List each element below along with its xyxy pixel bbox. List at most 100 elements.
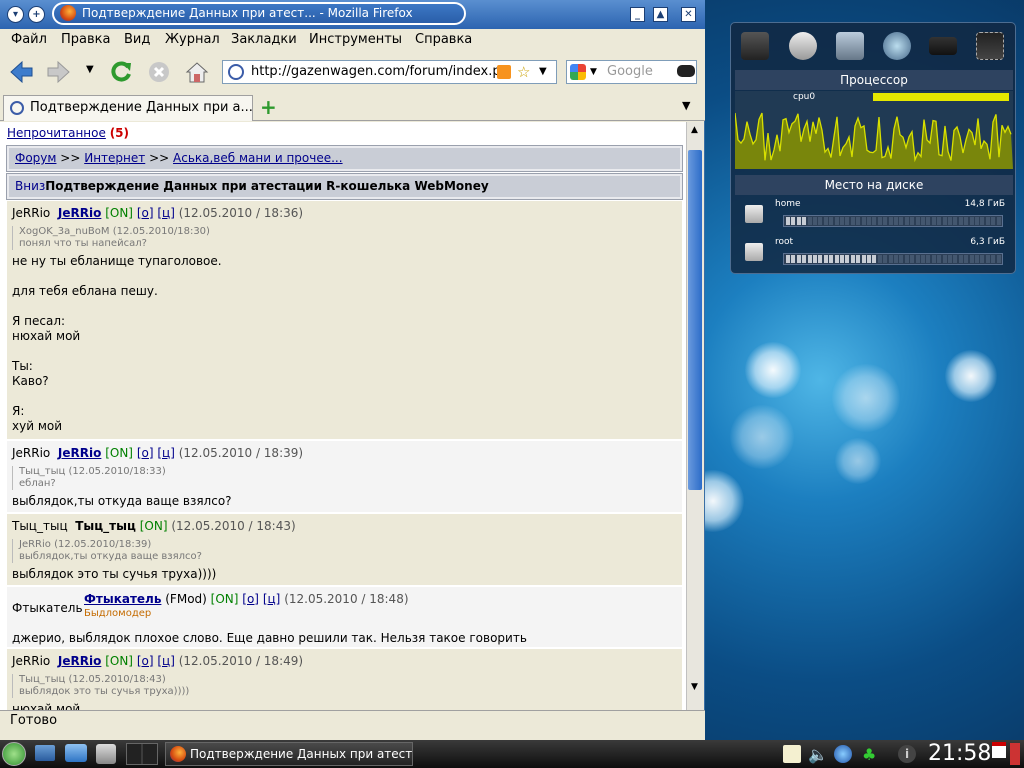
page-content[interactable]: Непрочитанное (5) Форум >> Интернет >> А…: [0, 122, 686, 710]
hdd-icon[interactable]: [741, 32, 769, 60]
post-quote-link[interactable]: [ц]: [157, 206, 175, 220]
firefox-window[interactable]: ▾ + Подтверждение Данных при атест... - …: [0, 0, 705, 740]
history-dropdown-icon[interactable]: ▼: [86, 64, 94, 75]
disk-bar-segment: [969, 255, 974, 263]
tab-active[interactable]: Подтверждение Данных при а...: [3, 95, 253, 121]
unread-link[interactable]: Непрочитанное: [7, 126, 106, 140]
disk-row-home[interactable]: home 14,8 ГиБ: [735, 197, 1013, 231]
post-reply-link[interactable]: [о]: [137, 654, 154, 668]
menu-help[interactable]: Справка: [415, 32, 472, 47]
post-reply-link[interactable]: [о]: [137, 206, 154, 220]
google-icon[interactable]: [570, 64, 586, 80]
disk-icon[interactable]: [789, 32, 817, 60]
tab-list-icon[interactable]: ▼: [682, 99, 690, 112]
binoculars-search-icon[interactable]: [677, 65, 695, 77]
new-tab-icon[interactable]: +: [260, 95, 277, 119]
menu-file[interactable]: Файл: [11, 32, 47, 47]
post-quote-link[interactable]: [ц]: [157, 446, 175, 460]
minimize-button[interactable]: _: [630, 7, 645, 22]
cpu-widget-title: Процессор: [735, 70, 1013, 90]
network-icon[interactable]: [836, 32, 864, 60]
disk-bar-segment: [894, 217, 898, 225]
post-author-link[interactable]: JeRRio: [58, 654, 101, 668]
wallpaper-bubble: [832, 364, 900, 432]
cpu-chip-icon[interactable]: [976, 32, 1004, 60]
desktop-icon[interactable]: [35, 745, 55, 761]
breadcrumb-section-link[interactable]: Аська,веб мани и прочее...: [173, 151, 343, 165]
scrollbar-thumb[interactable]: [688, 150, 702, 490]
vertical-scrollbar[interactable]: ▲ ▼: [686, 122, 703, 710]
info-icon[interactable]: i: [898, 745, 916, 763]
star-icon[interactable]: ☆: [517, 61, 530, 83]
disk-bar-segment: [823, 217, 828, 225]
post-quote: Тыц_тыц (12.05.2010/18:33) еблан?: [12, 466, 682, 490]
disk-bar-segment: [942, 255, 947, 263]
disk-usage-bar: [783, 253, 1003, 265]
post-quote-link[interactable]: [ц]: [263, 592, 281, 606]
network-manager-icon[interactable]: [96, 744, 116, 764]
disk-bar-segment: [867, 217, 871, 225]
post-author-link[interactable]: JeRRio: [58, 446, 101, 460]
scroll-up-icon[interactable]: ▲: [691, 125, 698, 135]
menu-edit[interactable]: Правка: [61, 32, 110, 47]
tab-favicon: [10, 101, 24, 115]
window-menu-icon[interactable]: ▾: [7, 6, 24, 23]
disk-row-root[interactable]: root 6,3 ГиБ: [735, 235, 1013, 269]
disk-bar-segment: [948, 217, 952, 225]
home-icon[interactable]: [184, 59, 210, 85]
clover-icon[interactable]: ♣: [862, 745, 880, 764]
scroll-down-link[interactable]: Вниз: [15, 179, 45, 193]
menu-bookmarks[interactable]: Закладки: [231, 32, 297, 47]
online-status: [ON]: [105, 654, 133, 668]
disk-bar-segment: [942, 217, 947, 225]
file-manager-icon[interactable]: [65, 744, 87, 762]
breadcrumb-forum-link[interactable]: Форум: [15, 151, 56, 165]
ram-icon[interactable]: [929, 37, 957, 55]
globe-icon[interactable]: [883, 32, 911, 60]
scroll-down-icon[interactable]: ▼: [691, 682, 698, 692]
disk-bar-segment: [931, 255, 936, 263]
quote-header: Тыц_тыц (12.05.2010/18:43): [19, 674, 166, 685]
maximize-button[interactable]: ▲: [653, 7, 668, 22]
calendar-icon[interactable]: [992, 742, 1006, 758]
taskbar-firefox-task[interactable]: Подтверждение Данных при атест...: [165, 742, 413, 766]
url-dropdown-icon[interactable]: ▼: [539, 61, 547, 83]
search-engine-dropdown-icon[interactable]: ▼: [590, 61, 597, 83]
post-reply-link[interactable]: [о]: [242, 592, 259, 606]
volume-icon[interactable]: 🔈: [808, 745, 828, 764]
quote-text: выблядок это ты сучья труха)))): [19, 686, 190, 697]
post-reply-link[interactable]: [о]: [137, 446, 154, 460]
close-button[interactable]: ✕: [681, 7, 696, 22]
url-bar[interactable]: http://gazenwagen.com/forum/index.pl ☆ ▼: [222, 60, 557, 84]
clock[interactable]: 21:58: [928, 740, 991, 768]
disk-bar-segment: [829, 255, 834, 263]
menu-view[interactable]: Вид: [124, 32, 150, 47]
menu-history[interactable]: Журнал: [165, 32, 220, 47]
breadcrumb-internet-link[interactable]: Интернет: [84, 151, 145, 165]
wallpaper-bubble: [945, 350, 997, 402]
forward-arrow-icon[interactable]: [46, 59, 72, 85]
menu-tools[interactable]: Инструменты: [309, 32, 402, 47]
disk-bar-segment: [840, 217, 844, 225]
post-author-link[interactable]: Фтыкатель: [84, 592, 161, 606]
reload-icon[interactable]: [108, 59, 134, 85]
disk-bar-segment: [802, 255, 807, 263]
disk-bar-segment: [840, 255, 844, 263]
post-author-link[interactable]: JeRRio: [58, 206, 101, 220]
back-arrow-icon[interactable]: [8, 59, 34, 85]
network-tray-icon[interactable]: [834, 745, 852, 763]
disk-bar-segment: [964, 217, 969, 225]
disk-bar-segment: [958, 217, 963, 225]
window-titlebar[interactable]: ▾ + Подтверждение Данных при атест... - …: [0, 0, 705, 29]
post-quote-link[interactable]: [ц]: [157, 654, 175, 668]
system-monitor-widget[interactable]: Процессор cpu0 Место на диске home 14,8 …: [730, 22, 1016, 274]
clipboard-icon[interactable]: [783, 745, 801, 763]
disk-bar-segment: [921, 255, 925, 263]
kde-menu-icon[interactable]: [2, 742, 26, 766]
stop-icon[interactable]: [146, 59, 172, 85]
panel-toolbox-icon[interactable]: [1010, 743, 1020, 765]
keep-above-icon[interactable]: +: [28, 6, 45, 23]
post-author-label: JeRRio: [12, 206, 51, 220]
rss-icon[interactable]: [497, 65, 511, 79]
pager-icon[interactable]: [126, 743, 158, 765]
